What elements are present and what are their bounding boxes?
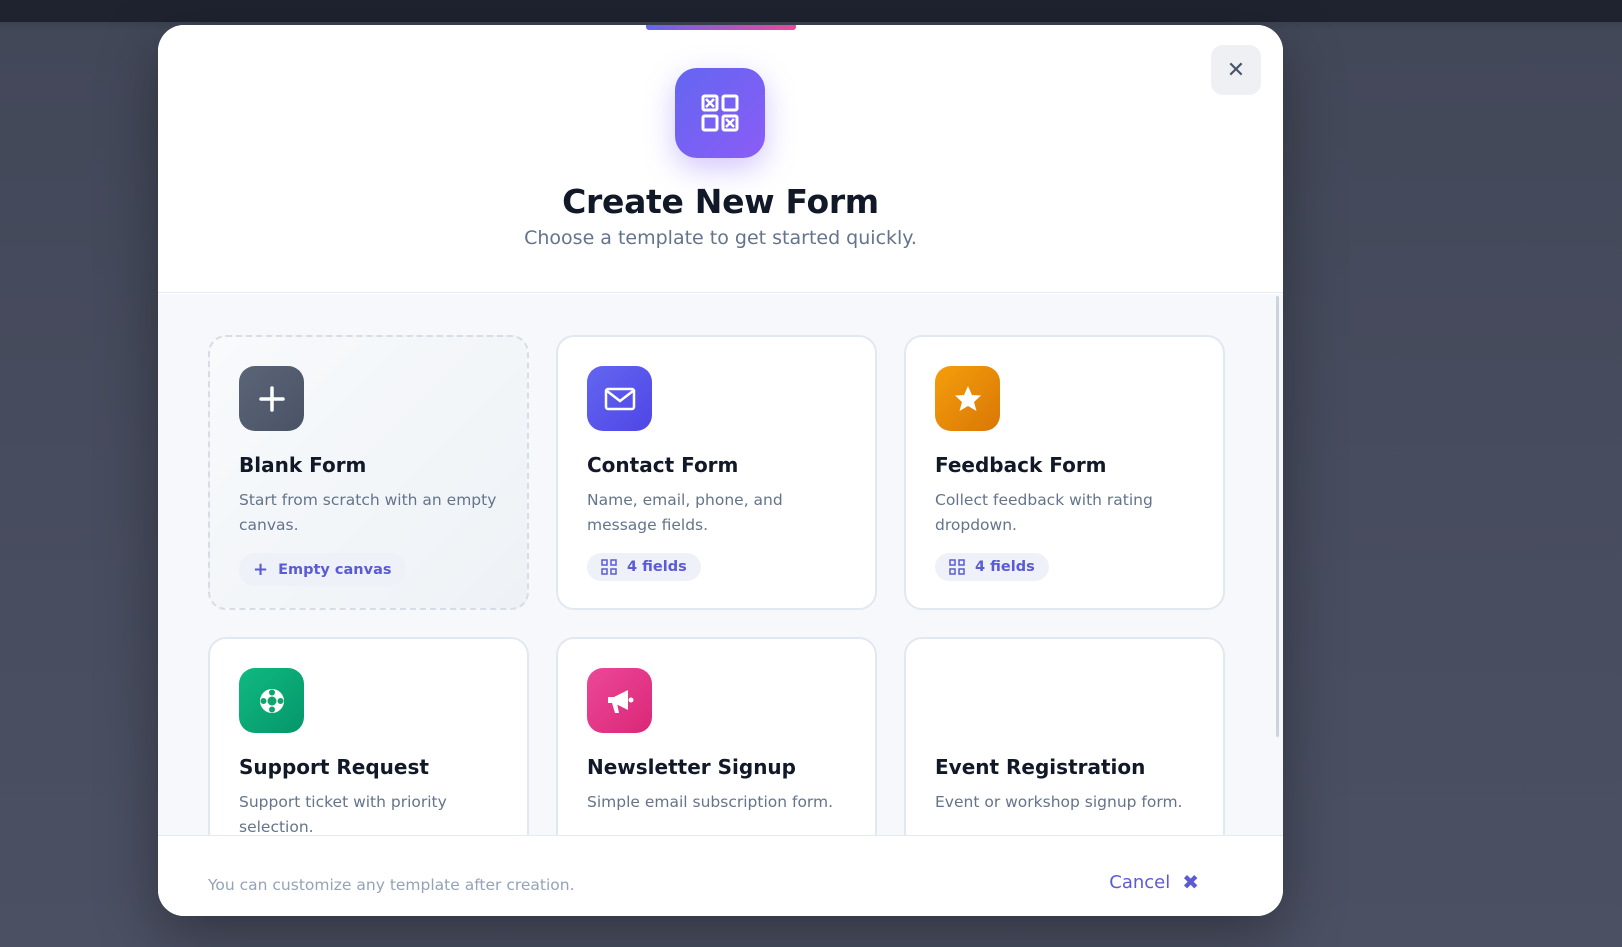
badge-label: 4 fields: [975, 559, 1035, 575]
template-card-support-request[interactable]: Support Request Support ticket with prio…: [208, 637, 529, 835]
event-icon-placeholder: [935, 668, 1000, 733]
template-description: Event or workshop signup form.: [935, 793, 1183, 811]
modal-subtitle: Choose a template to get started quickly…: [524, 227, 917, 249]
template-grid: Blank Form Start from scratch with an em…: [208, 335, 1225, 835]
top-accent-bar: [646, 25, 796, 30]
template-description: Simple email subscription form.: [587, 793, 834, 811]
template-card-blank-form[interactable]: Blank Form Start from scratch with an em…: [208, 335, 529, 610]
footer-note: You can customize any template after cre…: [208, 876, 575, 894]
scrollbar[interactable]: [1276, 296, 1279, 737]
megaphone-icon: [587, 668, 652, 733]
badge-label: Empty canvas: [278, 561, 392, 578]
modal-header: Create New Form Choose a template to get…: [158, 25, 1283, 293]
grid-icon: [675, 68, 765, 158]
backdrop-top-bar: [0, 0, 1622, 22]
template-title: Support Request: [239, 755, 429, 779]
close-icon: ✖: [1182, 870, 1199, 894]
template-description: Start from scratch with an empty canvas.: [239, 491, 497, 534]
template-card-contact-form[interactable]: Contact Form Name, email, phone, and mes…: [556, 335, 877, 610]
lifebuoy-icon: [239, 668, 304, 733]
plus-icon: [239, 366, 304, 431]
close-button[interactable]: ✕: [1211, 45, 1261, 95]
grid-icon: [949, 559, 965, 575]
template-card-event-registration[interactable]: Event Registration Event or workshop sig…: [904, 637, 1225, 835]
template-title: Feedback Form: [935, 453, 1107, 477]
template-list: Blank Form Start from scratch with an em…: [158, 294, 1283, 835]
template-title: Event Registration: [935, 755, 1146, 779]
template-card-feedback-form[interactable]: Feedback Form Collect feedback with rati…: [904, 335, 1225, 610]
template-description: Collect feedback with rating dropdown.: [935, 491, 1153, 534]
star-icon: [935, 366, 1000, 431]
badge-label: 4 fields: [627, 559, 687, 575]
template-card-newsletter-signup[interactable]: Newsletter Signup Simple email subscript…: [556, 637, 877, 835]
template-description: Support ticket with priority selection.: [239, 793, 447, 835]
grid-icon: [601, 559, 617, 575]
template-title: Contact Form: [587, 453, 739, 477]
cancel-label: Cancel: [1109, 871, 1171, 893]
modal-title: Create New Form: [562, 182, 879, 221]
template-title: Blank Form: [239, 453, 367, 477]
template-description: Name, email, phone, and message fields.: [587, 491, 783, 534]
modal-footer: You can customize any template after cre…: [158, 835, 1283, 916]
template-badge: + Empty canvas: [239, 553, 406, 586]
plus-icon: +: [253, 559, 269, 580]
template-badge: 4 fields: [935, 553, 1049, 581]
close-icon: ✕: [1226, 57, 1246, 83]
create-form-modal: Create New Form Choose a template to get…: [158, 25, 1283, 916]
cancel-button[interactable]: Cancel ✖: [1109, 870, 1199, 894]
template-title: Newsletter Signup: [587, 755, 796, 779]
template-badge: 4 fields: [587, 553, 701, 581]
mail-icon: [587, 366, 652, 431]
